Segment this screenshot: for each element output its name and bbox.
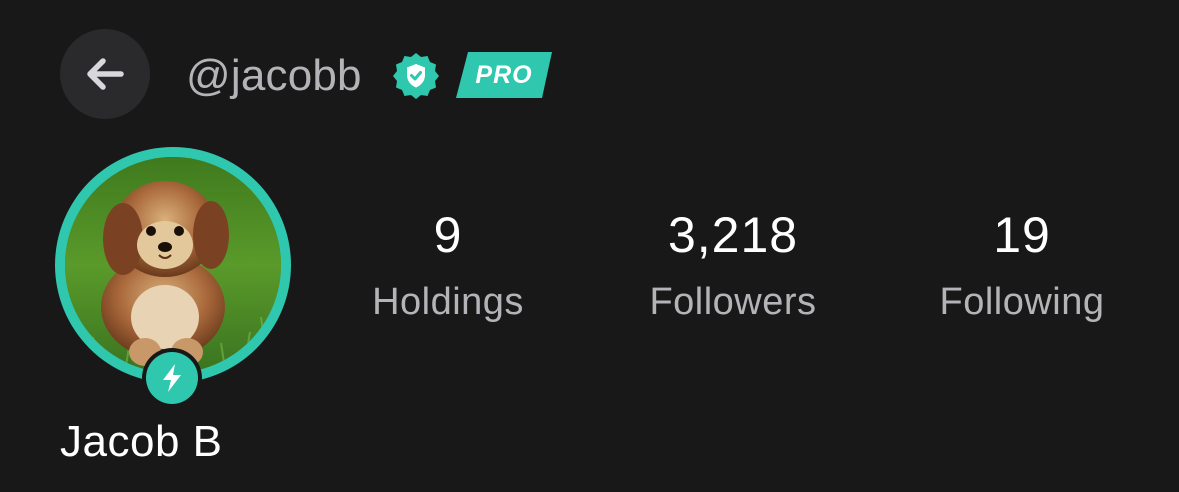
display-name: Jacob B — [60, 417, 223, 466]
avatar-ring[interactable] — [55, 147, 291, 383]
avatar-puppy-photo — [65, 157, 281, 373]
profile-header: @jacobb PRO Jacob B 9 Holdings 3,218 Fol… — [0, 0, 1179, 492]
pro-badge-label: PRO — [475, 61, 533, 89]
stat-label: Holdings — [372, 281, 524, 323]
lightning-bolt-icon — [163, 364, 181, 392]
arrow-left-icon — [87, 58, 124, 90]
stat-followers[interactable]: 3,218 Followers — [603, 200, 863, 334]
stat-holdings[interactable]: 9 Holdings — [318, 200, 578, 334]
pro-badge: PRO — [456, 52, 552, 98]
avatar-badge — [146, 352, 198, 404]
avatar[interactable] — [65, 157, 281, 373]
stat-label: Followers — [649, 281, 817, 323]
back-button[interactable] — [60, 29, 150, 119]
username-handle: @jacobb — [186, 51, 362, 100]
stat-value: 9 — [433, 207, 463, 263]
stat-value: 3,218 — [667, 207, 799, 263]
stat-following[interactable]: 19 Following — [892, 200, 1152, 334]
verified-badge-icon — [393, 53, 439, 99]
stat-label: Following — [939, 281, 1105, 323]
stat-value: 19 — [993, 207, 1051, 263]
